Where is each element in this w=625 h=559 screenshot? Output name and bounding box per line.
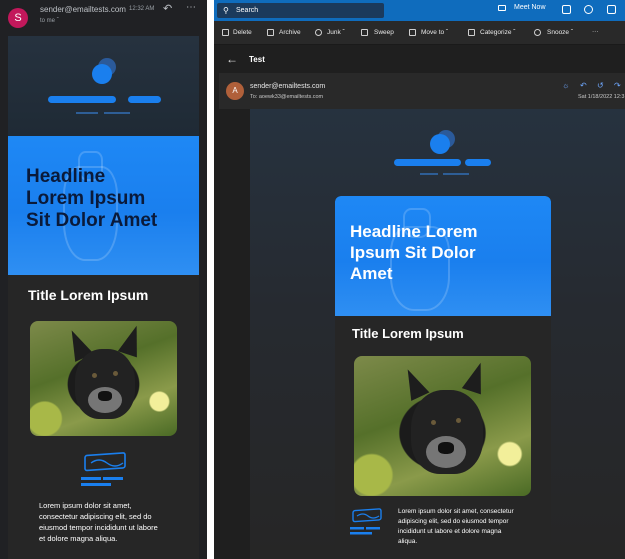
more-icon[interactable]: ⋯ xyxy=(186,2,197,13)
body-line: consectetur adipiscing elit, sed do xyxy=(39,512,152,521)
video-icon xyxy=(498,5,506,11)
hero-headline: Headline Lorem Ipsum Sit Dolor Amet xyxy=(350,221,478,284)
body-line: Lorem ipsum dolor sit amet, consectetur xyxy=(398,508,514,515)
reply-all-icon[interactable]: ↺ xyxy=(597,81,604,90)
message-date: Sat 1/18/2022 12:3 xyxy=(578,94,625,100)
body-line: incididunt ut labore et dolore magna xyxy=(398,528,502,535)
delete-button[interactable]: Delete xyxy=(233,29,252,36)
categorize-button[interactable]: Categorize ˇ xyxy=(480,29,515,36)
move-icon xyxy=(409,29,416,36)
hero-banner: Headline Lorem Ipsum Sit Dolor Amet xyxy=(335,196,551,316)
apps-icon[interactable] xyxy=(562,5,571,14)
hero-line-3: Sit Dolor Amet xyxy=(26,210,158,231)
hero-line-3: Amet xyxy=(350,264,393,283)
body-paragraph: Lorem ipsum dolor sit amet, consectetur … xyxy=(398,507,514,547)
news-icon[interactable] xyxy=(607,5,616,14)
sender-avatar[interactable]: A xyxy=(226,82,244,100)
sweep-icon xyxy=(361,29,368,36)
reply-icon[interactable]: ↶ xyxy=(163,2,172,15)
skype-icon[interactable] xyxy=(584,5,593,14)
search-placeholder: Search xyxy=(236,7,259,14)
junk-icon xyxy=(315,29,322,36)
search-icon: ⚲ xyxy=(223,6,229,15)
junk-label: Junk xyxy=(327,29,341,36)
logo-icon xyxy=(394,130,491,175)
delete-icon xyxy=(222,29,229,36)
hero-line-2: Lorem Ipsum xyxy=(26,188,146,209)
body-line: Lorem ipsum dolor sit amet, xyxy=(39,501,132,510)
section-title: Title Lorem Ipsum xyxy=(352,326,464,341)
section-title: Title Lorem Ipsum xyxy=(28,287,149,303)
hero-banner: Headline Lorem Ipsum Sit Dolor Amet xyxy=(8,136,199,275)
sun-icon[interactable]: ☼ xyxy=(562,81,569,90)
email-body: Headline Lorem Ipsum Sit Dolor Amet Titl… xyxy=(8,136,199,559)
recipient-line[interactable]: to me ˇ xyxy=(40,18,59,24)
body-line: adipiscing elit, sed do eiusmod tempor xyxy=(398,518,509,525)
hero-headline: Headline Lorem Ipsum Sit Dolor Amet xyxy=(26,166,157,232)
junk-button[interactable]: Junk ˇ xyxy=(327,29,345,36)
move-to-label: Move to xyxy=(421,29,445,36)
email-body: Headline Lorem Ipsum Sit Dolor Amet Titl… xyxy=(250,109,625,559)
top-bar: ⚲ Search Meet Now xyxy=(214,0,625,21)
email-card: Headline Lorem Ipsum Sit Dolor Amet Titl… xyxy=(335,196,551,559)
recipient-text: to me xyxy=(40,18,56,24)
tag-icon xyxy=(468,29,475,36)
subject-bar: ← Test xyxy=(214,45,625,73)
meet-now-button[interactable]: Meet Now xyxy=(514,4,546,11)
more-commands-button[interactable]: ··· xyxy=(592,28,599,35)
hero-line-2: Ipsum Sit Dolor xyxy=(350,243,476,262)
message-time: 12:32 AM xyxy=(129,6,155,12)
archive-icon xyxy=(267,29,274,36)
body-line: aliqua. xyxy=(398,538,418,545)
reply-icon[interactable]: ↶ xyxy=(580,81,587,90)
sender-email[interactable]: sender@emailtests.com xyxy=(40,5,126,14)
dog-photo xyxy=(354,356,531,496)
hero-line-1: Headline xyxy=(26,166,106,187)
body-paragraph: Lorem ipsum dolor sit amet, consectetur … xyxy=(39,500,158,544)
email-logo-area xyxy=(250,109,625,197)
recipient-line[interactable]: To: aoewk33@emailtests.com xyxy=(250,94,323,100)
message-subject: Test xyxy=(249,55,265,64)
forward-icon[interactable]: ↷ xyxy=(614,81,621,90)
snooze-label: Snooze xyxy=(547,29,570,36)
logo-icon xyxy=(48,58,161,114)
snooze-button[interactable]: Snooze ˇ xyxy=(547,29,573,36)
card-icon xyxy=(81,452,126,486)
mobile-message-header: S sender@emailtests.com 12:32 AM ↶ ⋯ to … xyxy=(0,0,207,36)
mobile-mail-view: S sender@emailtests.com 12:32 AM ↶ ⋯ to … xyxy=(0,0,207,559)
chevron-down-icon: ˇ xyxy=(56,18,59,24)
move-to-button[interactable]: Move to ˇ xyxy=(421,29,448,36)
card-icon xyxy=(350,508,382,535)
body-line: et dolore magna aliqua. xyxy=(39,534,118,543)
clock-icon xyxy=(534,29,541,36)
dog-photo xyxy=(30,321,177,436)
sweep-button[interactable]: Sweep xyxy=(374,29,394,36)
sender-email[interactable]: sender@emailtests.com xyxy=(250,83,325,90)
message-header: A sender@emailtests.com To: aoewk33@emai… xyxy=(219,73,625,109)
search-input[interactable]: ⚲ Search xyxy=(217,3,384,18)
sender-avatar[interactable]: S xyxy=(8,8,28,28)
back-arrow-icon[interactable]: ← xyxy=(226,52,238,66)
body-line: eiusmod tempor incididunt ut labore xyxy=(39,523,158,532)
archive-button[interactable]: Archive xyxy=(279,29,301,36)
command-bar: Delete Archive Junk ˇ Sweep Move to ˇ Ca… xyxy=(214,21,625,45)
outlook-desktop-view: ⚲ Search Meet Now Delete Archive Junk ˇ … xyxy=(214,0,625,559)
email-logo-area xyxy=(8,36,199,136)
hero-line-1: Headline Lorem xyxy=(350,222,478,241)
categorize-label: Categorize xyxy=(480,29,512,36)
